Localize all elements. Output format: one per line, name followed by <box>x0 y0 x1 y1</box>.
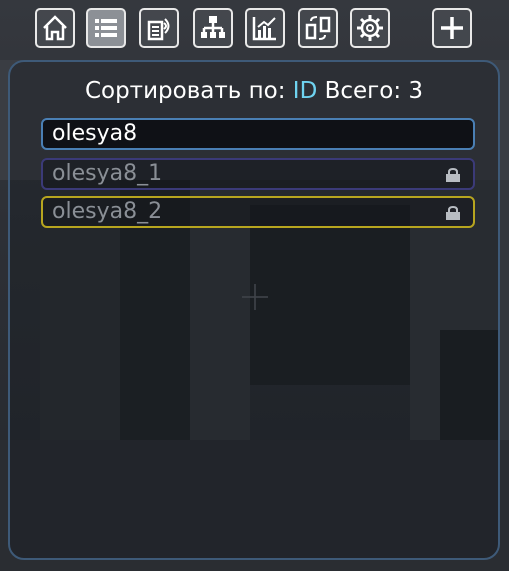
wireless-device-button[interactable] <box>139 8 179 48</box>
game-scene: Сортировать по: ID Всего: 3 olesya8 oles… <box>0 0 509 571</box>
wireless-device-icon <box>147 18 170 41</box>
list-header: Сортировать по: ID Всего: 3 <box>10 78 498 104</box>
list-item-name: olesya8_2 <box>52 199 163 224</box>
list-item[interactable]: olesya8 <box>41 118 475 150</box>
sort-label: Сортировать по: <box>84 78 293 104</box>
list-item-name: olesya8 <box>52 121 138 146</box>
list-item[interactable]: olesya8_2 <box>41 196 475 228</box>
total-count: 3 <box>408 78 424 104</box>
network-tree-icon <box>201 16 225 38</box>
home-button[interactable] <box>35 8 75 48</box>
chart-icon <box>252 17 276 41</box>
list-icon <box>95 19 117 37</box>
list-button[interactable] <box>86 8 126 48</box>
gear-icon <box>357 15 383 41</box>
device-list-panel: Сортировать по: ID Всего: 3 olesya8 oles… <box>8 60 500 560</box>
transfer-button[interactable] <box>298 8 338 48</box>
lock-icon <box>446 206 460 220</box>
home-icon <box>43 15 67 41</box>
transfer-icon <box>305 16 331 40</box>
add-button[interactable] <box>432 8 472 48</box>
plus-icon <box>441 17 463 39</box>
settings-button[interactable] <box>350 8 390 48</box>
sort-value[interactable]: ID <box>293 78 318 104</box>
total-label: Всего: <box>324 78 402 104</box>
list-item-name: olesya8_1 <box>52 161 163 186</box>
chart-button[interactable] <box>245 8 285 48</box>
network-tree-button[interactable] <box>193 8 233 48</box>
lock-icon <box>446 168 460 182</box>
toolbar <box>0 0 509 56</box>
list-item[interactable]: olesya8_1 <box>41 158 475 190</box>
